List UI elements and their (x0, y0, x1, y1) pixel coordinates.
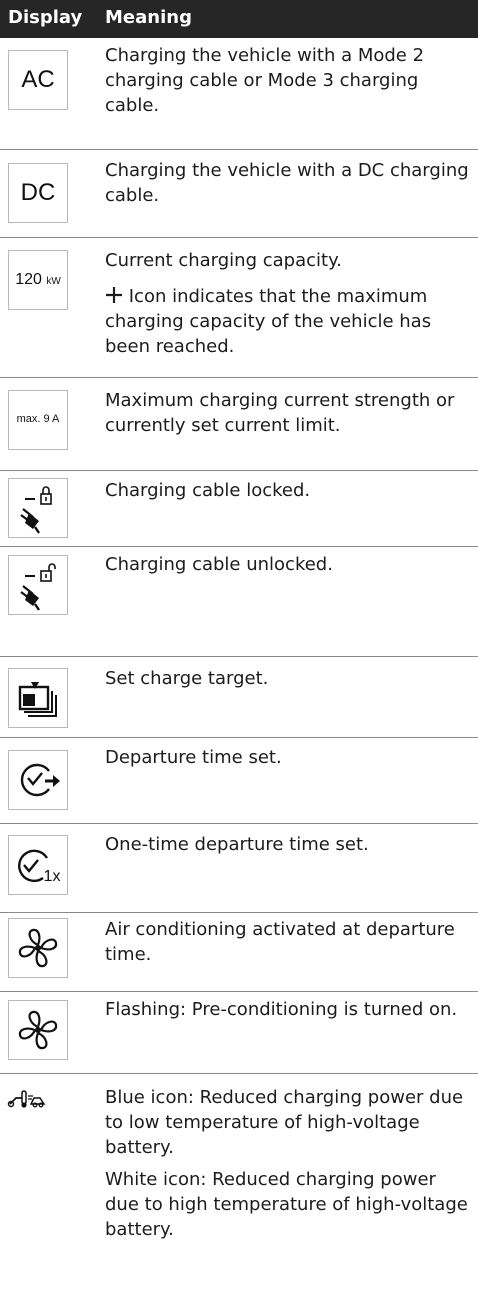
row-divider (0, 823, 478, 824)
capacity-unit: kW (46, 276, 61, 287)
cable-locked-meaning: Charging cable locked. (105, 480, 311, 501)
max-current-icon: max. 9 A (8, 390, 68, 450)
row-divider (0, 237, 478, 238)
one-time-departure-icon: 1x (8, 835, 68, 895)
capacity-value: 120 (15, 271, 42, 288)
display-column-header: Display (8, 7, 83, 28)
plus-icon (105, 286, 123, 304)
table-header: Display Meaning (0, 0, 478, 38)
charging-capacity-icon-label: 120 kW (9, 271, 67, 289)
row-divider (0, 546, 478, 547)
row-divider (0, 991, 478, 992)
charging-capacity-icon: 120 kW (8, 250, 68, 310)
battery-temp-low-meaning: Blue icon: Reduced charging power due to… (105, 1087, 464, 1158)
preconditioning-meaning: Flashing: Pre-conditioning is turned on. (105, 999, 458, 1020)
row-divider (0, 737, 478, 738)
max-capacity-note-text: Icon indicates that the maximum charging… (105, 286, 432, 357)
charging-capacity-meaning: Current charging capacity. (105, 250, 342, 271)
ac-icon: AC (8, 50, 68, 110)
charge-target-meaning: Set charge target. (105, 668, 269, 689)
departure-time-meaning: Departure time set. (105, 747, 282, 768)
row-divider (0, 656, 478, 657)
row-divider (0, 377, 478, 378)
max-current-icon-label: max. 9 A (16, 413, 60, 425)
max-capacity-note: Icon indicates that the maximum charging… (105, 284, 475, 359)
battery-temperature-icon (6, 1088, 46, 1110)
ac-icon-label: AC (21, 66, 55, 93)
row-divider (0, 912, 478, 913)
row-divider (0, 1073, 478, 1074)
dc-icon: DC (8, 163, 68, 223)
dc-icon-label: DC (20, 179, 56, 206)
cable-unlocked-meaning: Charging cable unlocked. (105, 554, 333, 575)
cable-unlocked-icon (8, 555, 68, 615)
cable-locked-icon (8, 478, 68, 538)
ac-meaning: Charging the vehicle with a Mode 2 charg… (105, 45, 425, 116)
max-current-meaning: Maximum charging current strength or cur… (105, 390, 455, 436)
battery-temp-high-meaning: White icon: Reduced charging power due t… (105, 1169, 468, 1240)
fan-icon (8, 918, 68, 978)
dc-meaning: Charging the vehicle with a DC charging … (105, 160, 469, 206)
ac-departure-meaning: Air conditioning activated at departure … (105, 919, 455, 965)
row-divider (0, 470, 478, 471)
meaning-column-header: Meaning (105, 7, 192, 28)
charge-target-icon (8, 668, 68, 728)
departure-time-icon (8, 750, 68, 810)
row-divider (0, 149, 478, 150)
one-time-departure-meaning: One-time departure time set. (105, 834, 369, 855)
fan-icon (8, 1000, 68, 1060)
one-time-departure-icon-label: 1x (43, 868, 61, 885)
